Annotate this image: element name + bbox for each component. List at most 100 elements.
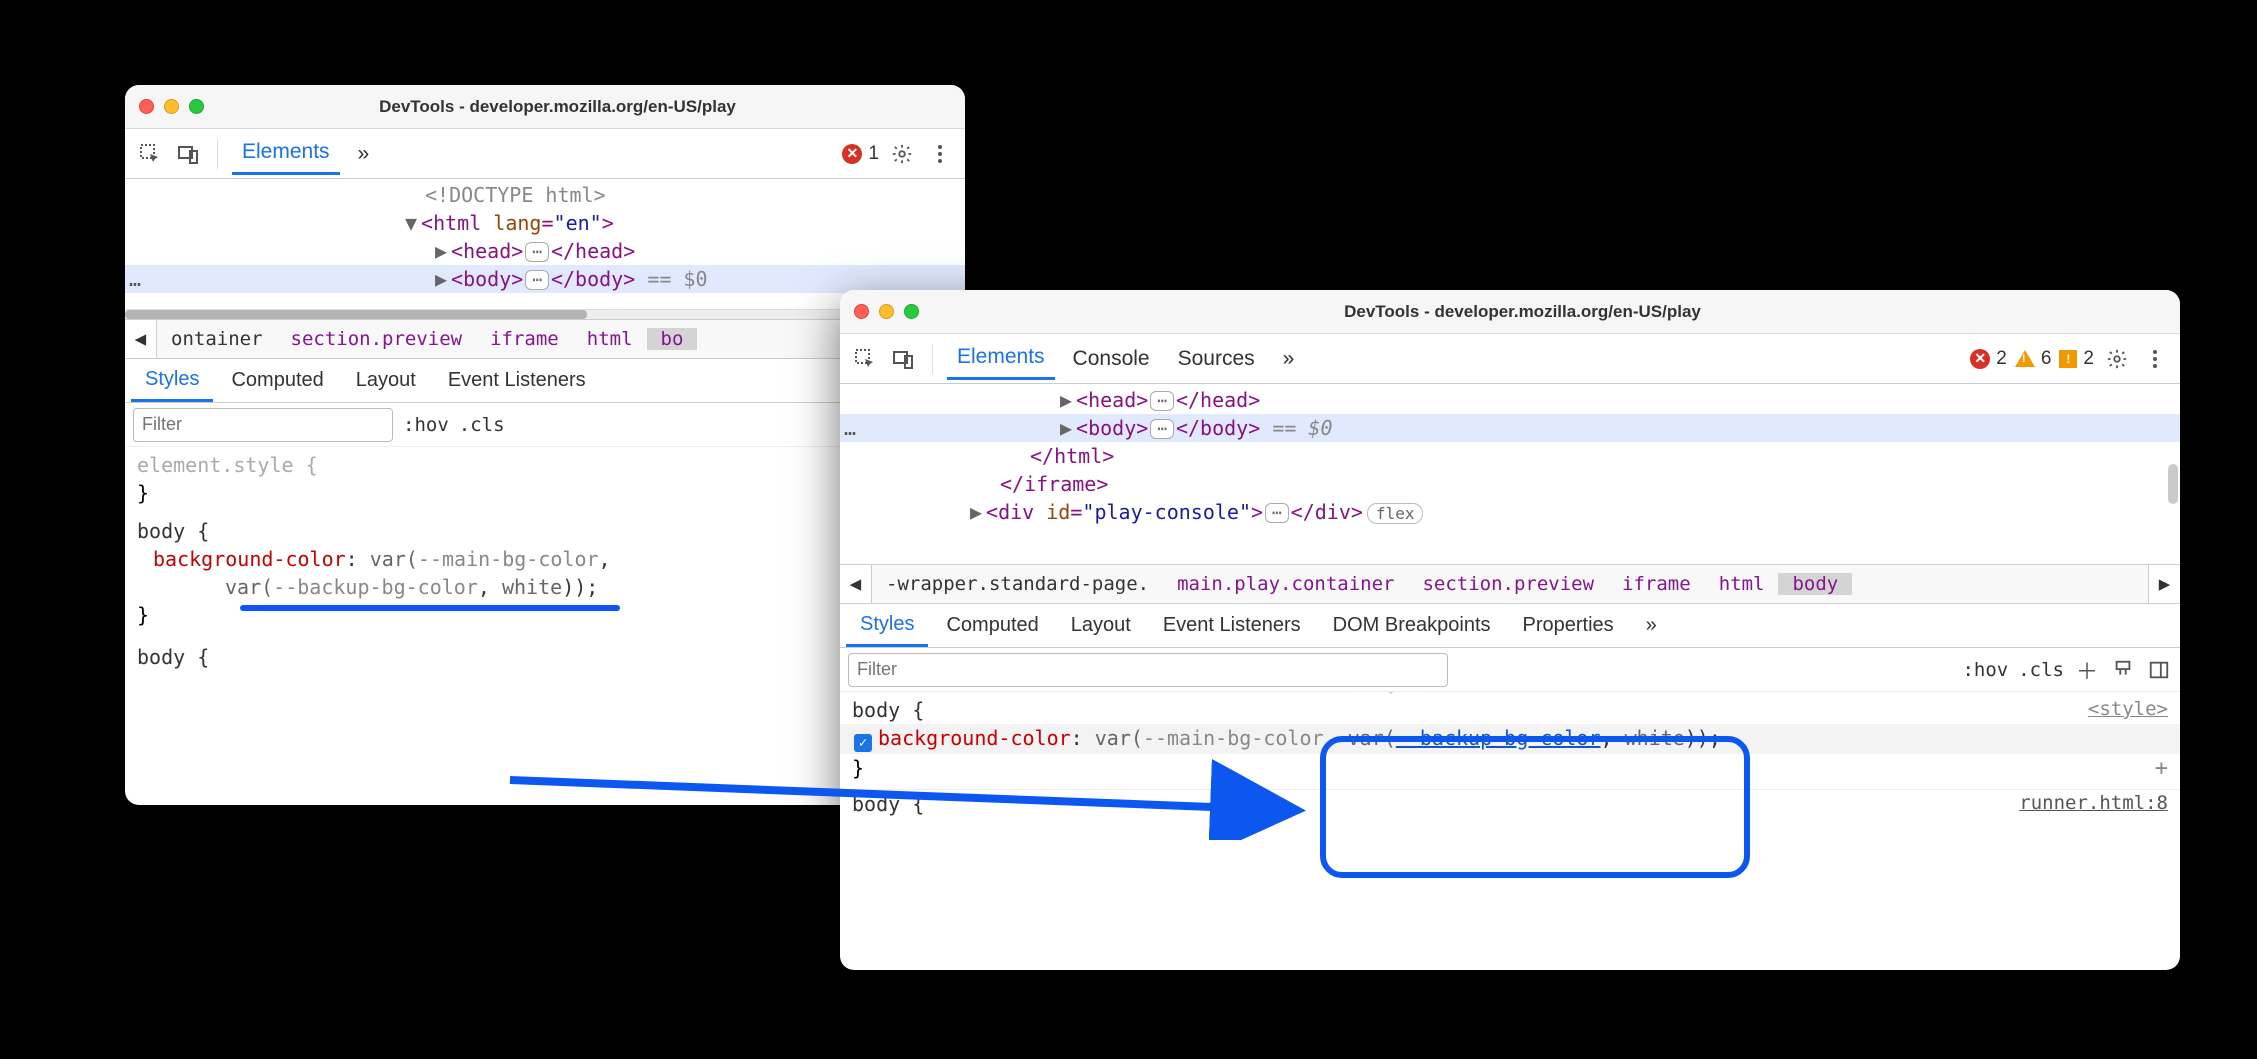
tab-console[interactable]: Console xyxy=(1063,339,1160,379)
collapsed-ellipsis-icon[interactable]: ⋯ xyxy=(525,270,549,290)
toggle-hov-button[interactable]: :hov xyxy=(1962,659,2008,681)
breadcrumb-left-arrow-icon[interactable]: ◀ xyxy=(125,320,157,358)
styles-rules-pane[interactable]: element.style { } body { <st background-… xyxy=(125,447,965,805)
toolbar-divider xyxy=(217,139,218,169)
styles-filter-input[interactable] xyxy=(133,408,393,442)
expand-arrow-icon[interactable]: ▼ xyxy=(405,211,417,235)
tab-more[interactable]: » xyxy=(348,134,380,174)
device-toolbar-icon[interactable] xyxy=(173,139,203,169)
subtab-computed[interactable]: Computed xyxy=(217,361,337,400)
styles-toolbar: :hov .cls ＋ xyxy=(840,648,2180,692)
css-property-fallback[interactable]: var(--backup-bg-color, white)); xyxy=(125,573,965,601)
div-play-console-line[interactable]: ▶<div id="play-console">⋯</div>flex xyxy=(840,498,2180,526)
dom-tree[interactable]: ▶<head>⋯</head> … ▶<body>⋯</body> == $0 … xyxy=(840,384,2180,564)
device-toolbar-icon[interactable] xyxy=(888,344,918,374)
head-line[interactable]: ▶<head>⋯</head> xyxy=(840,386,2180,414)
error-icon: ✕ xyxy=(1970,349,1990,369)
subtab-layout[interactable]: Layout xyxy=(1057,606,1145,645)
breadcrumb-item-current[interactable]: bo xyxy=(647,328,698,350)
kebab-menu-icon[interactable] xyxy=(925,139,955,169)
vertical-scrollbar[interactable] xyxy=(2168,464,2178,504)
settings-gear-icon[interactable] xyxy=(2102,344,2132,374)
zoom-window-button[interactable] xyxy=(189,99,204,114)
rule-body-1[interactable]: body { <style> xyxy=(840,696,2180,724)
error-icon: ✕ xyxy=(842,144,862,164)
devtools-window-1: DevTools - developer.mozilla.org/en-US/p… xyxy=(125,85,965,805)
breadcrumb-item[interactable]: main.play.container xyxy=(1163,573,1408,595)
breadcrumb-left-arrow-icon[interactable]: ◀ xyxy=(840,565,872,603)
subtab-properties[interactable]: Properties xyxy=(1509,606,1628,645)
subtab-event-listeners[interactable]: Event Listeners xyxy=(1149,606,1315,645)
close-window-button[interactable] xyxy=(139,99,154,114)
tab-sources[interactable]: Sources xyxy=(1168,339,1265,379)
minimize-window-button[interactable] xyxy=(164,99,179,114)
head-line[interactable]: ▶<head>⋯</head> xyxy=(125,237,965,265)
breadcrumb-item[interactable]: iframe xyxy=(476,328,573,350)
warning-badge[interactable]: 6 xyxy=(2015,348,2052,370)
settings-gear-icon[interactable] xyxy=(887,139,917,169)
minimize-window-button[interactable] xyxy=(879,304,894,319)
breadcrumb-item[interactable]: section.preview xyxy=(1408,573,1608,595)
error-badge[interactable]: ✕ 1 xyxy=(842,143,879,165)
subtab-event-listeners[interactable]: Event Listeners xyxy=(434,361,600,400)
breadcrumb-item[interactable]: iframe xyxy=(1608,573,1705,595)
source-link[interactable]: <style> xyxy=(2088,698,2168,720)
subtab-styles[interactable]: Styles xyxy=(131,360,213,402)
close-iframe-line: </iframe> xyxy=(840,470,2180,498)
expand-arrow-icon[interactable]: ▶ xyxy=(435,267,447,291)
flex-badge[interactable]: flex xyxy=(1367,503,1424,524)
toggle-cls-button[interactable]: .cls xyxy=(459,414,505,436)
body-line-selected[interactable]: … ▶<body>⋯</body> == $0 xyxy=(125,265,965,293)
breadcrumb-item[interactable]: section.preview xyxy=(277,328,477,350)
zoom-window-button[interactable] xyxy=(904,304,919,319)
subtab-layout[interactable]: Layout xyxy=(342,361,430,400)
kebab-menu-icon[interactable] xyxy=(2140,344,2170,374)
breadcrumb-right-arrow-icon[interactable]: ▶ xyxy=(2148,565,2180,603)
titlebar: DevTools - developer.mozilla.org/en-US/p… xyxy=(125,85,965,129)
expand-arrow-icon[interactable]: ▶ xyxy=(970,500,982,524)
collapsed-ellipsis-icon[interactable]: ⋯ xyxy=(525,242,549,262)
tab-elements[interactable]: Elements xyxy=(947,337,1055,380)
html-open-line[interactable]: ▼<html lang="en"> xyxy=(125,209,965,237)
new-style-rule-icon[interactable]: ＋ xyxy=(2074,657,2100,683)
source-link[interactable]: runner.html:8 xyxy=(2019,792,2168,814)
breadcrumb-item[interactable]: -wrapper.standard-page. xyxy=(872,573,1163,595)
collapsed-ellipsis-icon[interactable]: ⋯ xyxy=(1265,503,1289,523)
inspect-element-icon[interactable] xyxy=(135,139,165,169)
expand-arrow-icon[interactable]: ▶ xyxy=(1060,416,1072,440)
inspect-element-icon[interactable] xyxy=(850,344,880,374)
close-window-button[interactable] xyxy=(854,304,869,319)
tab-elements[interactable]: Elements xyxy=(232,132,340,175)
breadcrumb-item[interactable]: html xyxy=(573,328,647,350)
collapsed-ellipsis-icon[interactable]: ⋯ xyxy=(1150,419,1174,439)
property-enabled-checkbox[interactable]: ✓ xyxy=(854,734,872,752)
styles-filter-input[interactable] xyxy=(848,653,1448,687)
toggle-cls-button[interactable]: .cls xyxy=(2018,659,2064,681)
collapsed-ellipsis-icon[interactable]: ⋯ xyxy=(1150,391,1174,411)
subtab-dom-breakpoints[interactable]: DOM Breakpoints xyxy=(1319,606,1505,645)
info-badge[interactable]: ! 2 xyxy=(2059,348,2094,370)
css-property-background-color[interactable]: background-color: var(--main-bg-color, xyxy=(125,545,965,573)
breadcrumb-item[interactable]: html xyxy=(1705,573,1779,595)
subtab-computed[interactable]: Computed xyxy=(932,606,1052,645)
expand-arrow-icon[interactable]: ▶ xyxy=(1060,388,1072,412)
overflow-dots-icon: … xyxy=(129,267,142,291)
rule-body-1[interactable]: body { <st xyxy=(125,517,965,545)
info-icon: ! xyxy=(2059,350,2077,368)
rule-body-2[interactable]: body { runner.ht xyxy=(125,643,965,671)
dom-tree[interactable]: <!DOCTYPE html> ▼<html lang="en"> ▶<head… xyxy=(125,179,965,319)
subtab-styles[interactable]: Styles xyxy=(846,605,928,647)
brush-icon[interactable] xyxy=(2110,657,2136,683)
horizontal-scrollbar[interactable] xyxy=(125,309,965,319)
styles-subtabs: Styles Computed Layout Event Listeners xyxy=(125,359,965,403)
subtab-more[interactable]: » xyxy=(1632,606,1671,645)
expand-arrow-icon[interactable]: ▶ xyxy=(435,239,447,263)
toggle-hov-button[interactable]: :hov xyxy=(403,414,449,436)
tab-more[interactable]: » xyxy=(1273,339,1305,379)
breadcrumb-item-current[interactable]: body xyxy=(1778,573,1852,595)
add-property-plus-icon[interactable]: + xyxy=(2155,756,2168,781)
breadcrumb-item[interactable]: ontainer xyxy=(157,328,277,350)
computed-panel-toggle-icon[interactable] xyxy=(2146,657,2172,683)
body-line-selected[interactable]: … ▶<body>⋯</body> == $0 xyxy=(840,414,2180,442)
error-badge[interactable]: ✕ 2 xyxy=(1970,348,2007,370)
